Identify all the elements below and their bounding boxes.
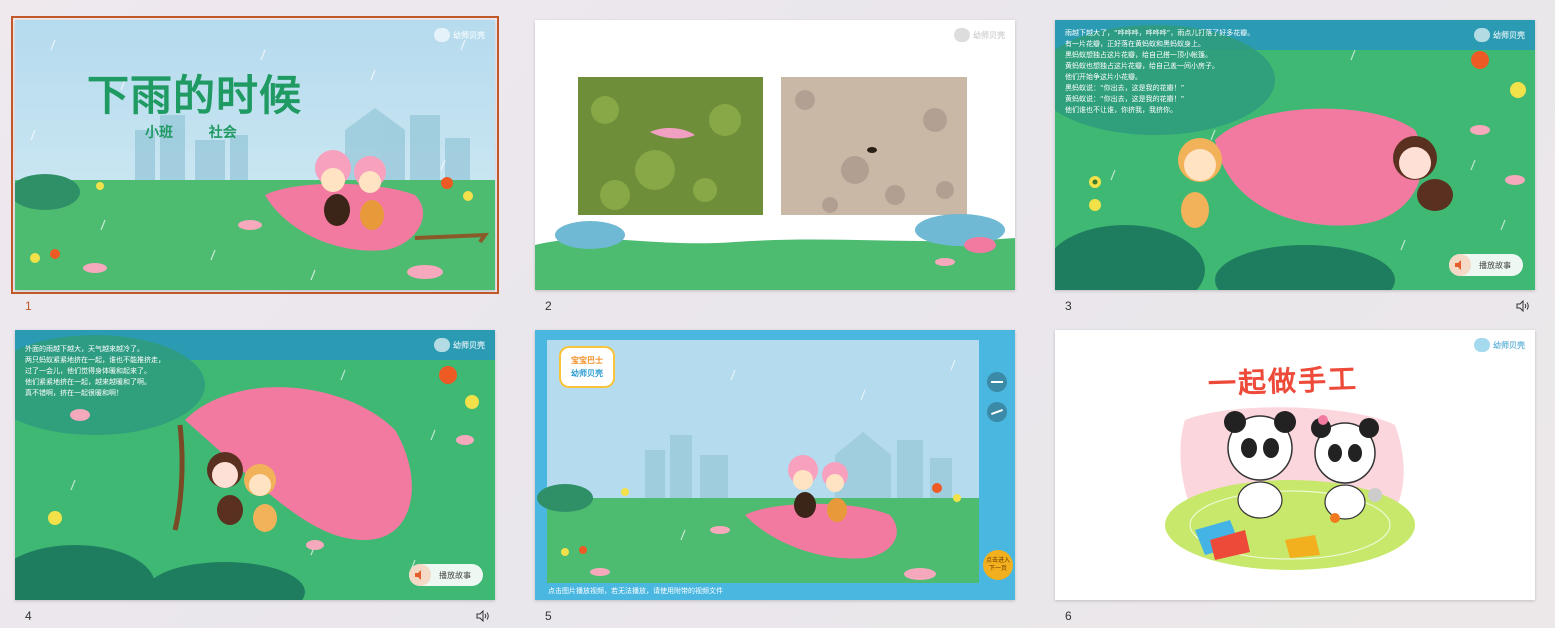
video-notice: 点击图片播放视频，若无法播放，请使用附带的视频文件: [548, 587, 723, 595]
slide-thumbnail-4[interactable]: 外面的雨越下越大，天气越来越冷了。 两只蚂蚁紧紧地挤在一起，谁也不能推挤走， 过…: [15, 330, 495, 600]
play-story-button[interactable]: 播放故事: [409, 564, 483, 586]
next-label-2: 下一页: [988, 565, 1007, 572]
brand-line-1: 宝宝巴士: [571, 356, 603, 365]
brand-logo: 幼师贝壳: [1474, 338, 1525, 352]
logo-text: 幼师贝壳: [453, 340, 485, 350]
logo-icon: [954, 28, 970, 42]
brand-logo: 幼师贝壳: [1474, 28, 1525, 42]
next-page-button[interactable]: 点击进入 下一页: [983, 550, 1013, 580]
logo-icon: [434, 338, 450, 352]
logo-text: 幼师贝壳: [453, 30, 485, 40]
slide-1-title: 下雨的时候: [87, 71, 303, 120]
subtitle-subject: 社会: [208, 125, 237, 141]
play-sound-icon[interactable]: [1516, 300, 1530, 312]
play-sound-icon[interactable]: [476, 610, 490, 622]
story-text: 外面的雨越下越大，天气越来越冷了。 两只蚂蚁紧紧地挤在一起，谁也不能推挤走， 过…: [25, 345, 165, 397]
slide-number-4: 4: [25, 609, 32, 623]
play-story-label: 播放故事: [439, 570, 471, 580]
logo-icon: [1474, 338, 1490, 352]
logo-text: 幼师贝壳: [1493, 340, 1525, 350]
slide-number-3: 3: [1065, 299, 1072, 313]
logo-icon: [434, 28, 450, 42]
brand-line-2: 幼师贝壳: [571, 369, 603, 378]
brand-logo: 幼师贝壳: [434, 28, 485, 42]
logo-icon: [1474, 28, 1490, 42]
slide-number-5: 5: [545, 609, 552, 623]
story-text: 雨越下越大了，“哗哗哗，哗哗哗”，雨点儿打落了好多花瓣。 有一片花瓣，正好落在黄…: [1065, 29, 1255, 114]
slide-1-artwork: [15, 20, 495, 290]
slide-number-2: 2: [545, 299, 552, 313]
slide-thumbnail-1[interactable]: 下雨的时候 小班 社会 幼师贝壳: [11, 16, 499, 294]
slide-thumbnail-6[interactable]: 一起做手工 幼师贝壳: [1055, 330, 1535, 600]
slide-1-subtitle: 小班 社会: [145, 122, 237, 142]
slide-6-title: 一起做手工: [1207, 362, 1359, 401]
play-story-label: 播放故事: [1479, 260, 1511, 270]
speaker-icon: [1449, 254, 1471, 276]
next-label-1: 点击进入: [985, 557, 1010, 564]
brand-logo: 幼师贝壳: [434, 338, 485, 352]
logo-text: 幼师贝壳: [973, 30, 1005, 40]
brand-badge: 宝宝巴士 幼师贝壳: [561, 348, 613, 386]
slide-number-6: 6: [1065, 609, 1072, 623]
slide-thumbnail-2[interactable]: 幼师贝壳: [535, 20, 1015, 290]
slide-thumbnail-5[interactable]: 宝宝巴士 幼师贝壳 点击图片播放视频，若无法播放，请使用附带的视频文件 点击进入…: [535, 330, 1015, 600]
slide-number-1: 1: [25, 299, 32, 313]
slide-thumbnail-3[interactable]: 雨越下越大了，“哗哗哗，哗哗哗”，雨点儿打落了好多花瓣。 有一片花瓣，正好落在黄…: [1055, 20, 1535, 290]
play-story-button[interactable]: 播放故事: [1449, 254, 1523, 276]
speaker-icon: [409, 564, 431, 586]
subtitle-class: 小班: [145, 125, 173, 141]
slide-2-artwork: [535, 20, 1015, 290]
brand-logo: 幼师贝壳: [954, 28, 1005, 42]
logo-text: 幼师贝壳: [1493, 30, 1525, 40]
